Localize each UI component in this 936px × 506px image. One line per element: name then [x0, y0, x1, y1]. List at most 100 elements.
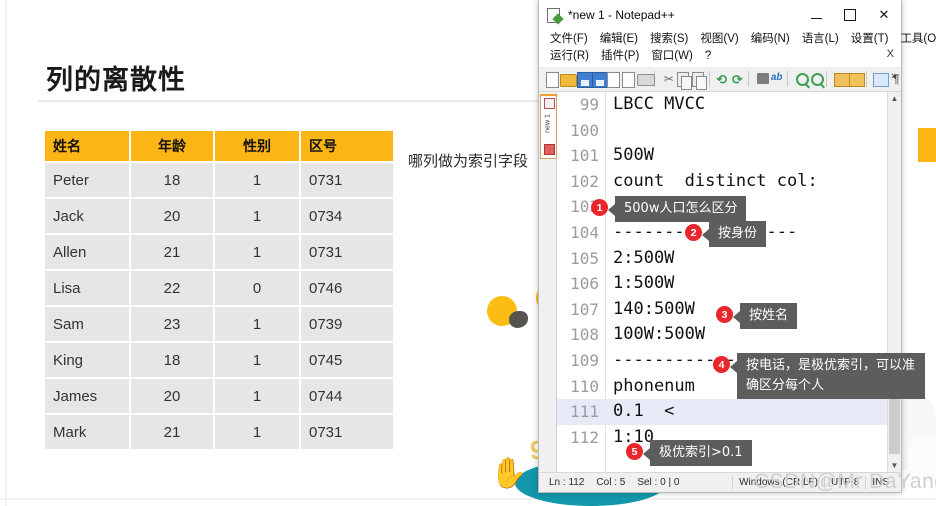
- code-line[interactable]: 102 count distinct col:: [557, 169, 888, 195]
- annotation-callout-2: 2 按身份: [685, 221, 767, 247]
- table-row: Lisa 22 0 0746: [45, 270, 395, 307]
- code-line[interactable]: 106 1:500W: [557, 271, 888, 297]
- menu-item-tools[interactable]: 工具(O): [894, 31, 936, 48]
- annotation-badge: 1: [591, 199, 608, 216]
- close-file-icon[interactable]: [604, 69, 621, 89]
- annotation-callout-3: 3 按姓名: [716, 303, 798, 329]
- document-tab-label: new 1: [544, 114, 552, 133]
- menu-item-file[interactable]: 文件(F): [544, 31, 594, 48]
- paste-icon[interactable]: [689, 69, 708, 90]
- code-lines[interactable]: 99 LBCC MVCC 100 101 500W 102 count dist…: [557, 92, 888, 472]
- close-icon[interactable]: ✕: [867, 0, 901, 30]
- new-file-icon[interactable]: [543, 69, 559, 89]
- cell-gender: 1: [214, 198, 301, 235]
- cell-age: 20: [130, 198, 215, 235]
- cell-areacode: 0746: [300, 270, 395, 307]
- annotation-badge: 3: [716, 306, 733, 323]
- maximize-button[interactable]: [833, 0, 867, 30]
- close-document-icon[interactable]: X: [887, 48, 894, 60]
- annotation-text: 按姓名: [740, 303, 798, 329]
- decorative-gray-blob: [509, 311, 528, 328]
- line-number: 107: [570, 299, 599, 319]
- line-text: 0.1 <: [613, 401, 675, 422]
- print-icon[interactable]: [635, 69, 655, 89]
- menu-item-window[interactable]: 窗口(W): [645, 48, 699, 65]
- cell-areacode: 0739: [300, 306, 395, 343]
- decorative-hand-icon: ✋: [490, 457, 528, 490]
- cell-age: 21: [130, 234, 215, 271]
- menu-item-edit[interactable]: 编辑(E): [594, 31, 644, 48]
- find-icon[interactable]: [753, 69, 769, 89]
- code-line[interactable]: 99 LBCC MVCC: [557, 92, 888, 118]
- line-number: 112: [570, 427, 599, 447]
- scroll-down-icon[interactable]: ▼: [888, 459, 901, 472]
- zoom-out-icon[interactable]: [807, 69, 825, 89]
- menu-item-settings[interactable]: 设置(T): [845, 31, 895, 48]
- menu-item-run[interactable]: 运行(R): [544, 48, 595, 65]
- annotation-arrow-icon: [730, 361, 737, 373]
- code-line[interactable]: 101 500W: [557, 143, 888, 169]
- document-tab-new1[interactable]: new 1: [540, 94, 557, 159]
- toolbar-separator: [747, 71, 749, 87]
- window-title: *new 1 - Notepad++: [568, 8, 675, 22]
- copy-icon[interactable]: [674, 69, 692, 90]
- menu-item-plugins[interactable]: 插件(P): [595, 48, 645, 65]
- sync-horizontal-icon[interactable]: [846, 69, 866, 89]
- menu-item-search[interactable]: 搜索(S): [644, 31, 694, 48]
- cell-gender: 1: [214, 414, 301, 451]
- line-number: 102: [570, 171, 599, 191]
- decorative-yellow-bar: [918, 128, 936, 162]
- annotation-arrow-icon: [702, 229, 709, 241]
- window-controls: ✕: [799, 0, 901, 30]
- save-all-icon[interactable]: [589, 69, 608, 89]
- menu-item-help[interactable]: ?: [699, 48, 717, 65]
- redo-icon[interactable]: ⟲: [729, 69, 743, 89]
- open-file-icon[interactable]: [558, 69, 578, 89]
- zoom-in-icon[interactable]: [792, 69, 809, 89]
- line-number: 109: [570, 350, 599, 370]
- table-row: James 20 1 0744: [45, 378, 395, 415]
- data-table: 姓名 年龄 性别 区号 Peter 18 1 0731 Jack 20 1 07…: [45, 131, 395, 451]
- code-editor[interactable]: 99 LBCC MVCC 100 101 500W 102 count dist…: [557, 92, 901, 472]
- cell-gender: 1: [214, 342, 301, 379]
- code-line[interactable]: 105 2:500W: [557, 246, 888, 272]
- minimize-button[interactable]: [799, 0, 833, 30]
- scroll-up-icon[interactable]: ▲: [888, 92, 901, 105]
- table-row: Peter 18 1 0731: [45, 162, 395, 199]
- annotation-arrow-icon: [643, 448, 650, 460]
- cell-gender: 1: [214, 378, 301, 415]
- line-text: 100W:500W: [613, 324, 706, 345]
- code-line-current[interactable]: 111 0.1 <: [557, 399, 888, 425]
- toolbar-separator: [708, 71, 710, 87]
- status-selection: Sel : 0 | 0: [637, 477, 680, 488]
- code-line[interactable]: 100: [557, 118, 888, 144]
- toolbar-overflow-icon[interactable]: »: [891, 70, 897, 82]
- word-wrap-icon[interactable]: [870, 69, 890, 89]
- line-number: 100: [570, 120, 599, 140]
- window-titlebar[interactable]: *new 1 - Notepad++ ✕: [539, 0, 901, 30]
- editor-vertical-scrollbar[interactable]: ▲ ▼: [887, 92, 901, 472]
- undo-icon[interactable]: ⟲: [713, 69, 727, 89]
- close-all-icon[interactable]: [619, 69, 636, 89]
- replace-icon[interactable]: ab: [768, 69, 783, 89]
- line-text: 2:500W: [613, 247, 675, 268]
- sync-vertical-icon[interactable]: [831, 69, 851, 89]
- status-encoding: UTF-8: [830, 477, 860, 488]
- line-number: 106: [570, 274, 599, 294]
- toolbar-separator: [865, 71, 867, 87]
- title-divider: [38, 100, 598, 102]
- table-header-row: 姓名 年龄 性别 区号: [45, 131, 395, 163]
- cell-age: 22: [130, 270, 215, 307]
- menu-item-language[interactable]: 语言(L): [796, 31, 845, 48]
- line-number: 110: [570, 376, 599, 396]
- notepadpp-app-icon: [547, 8, 564, 25]
- menu-row-2: 运行(R) 插件(P) 窗口(W) ?: [544, 48, 901, 65]
- cut-icon[interactable]: ✂: [659, 69, 674, 89]
- document-tab-strip: new 1: [539, 92, 557, 472]
- annotation-text: 极优索引>0.1: [650, 440, 752, 466]
- line-text: 1:500W: [613, 273, 675, 294]
- cell-name: Sam: [45, 306, 131, 343]
- menu-item-view[interactable]: 视图(V): [694, 31, 744, 48]
- save-icon[interactable]: [574, 69, 593, 89]
- menu-item-encoding[interactable]: 编码(N): [745, 31, 796, 48]
